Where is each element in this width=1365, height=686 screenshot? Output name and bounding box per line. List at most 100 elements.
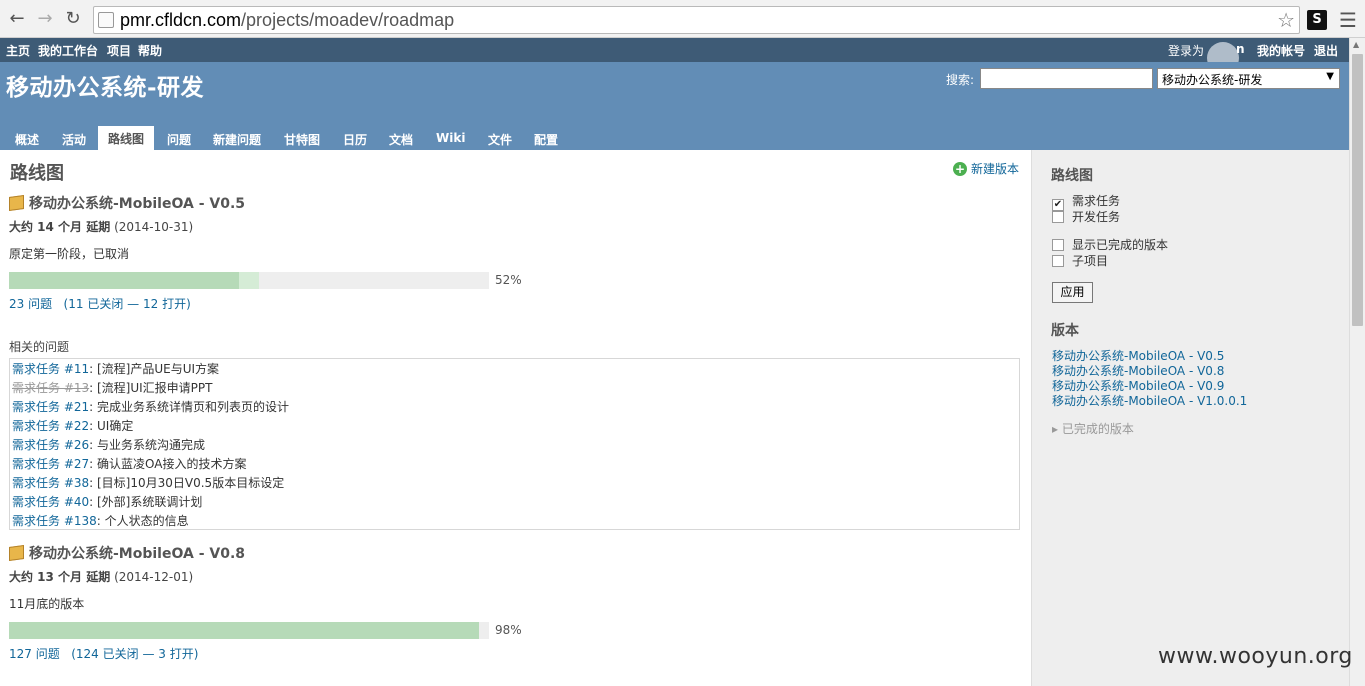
issue-link[interactable]: 需求任务 #40 — [12, 495, 89, 509]
page-scrollbar[interactable]: ▲ — [1349, 38, 1365, 686]
bookmark-star-icon[interactable]: ☆ — [1277, 8, 1295, 32]
issue-subject: : 完成业务系统详情页和列表页的设计 — [89, 400, 289, 414]
version-description: 原定第一阶段，已取消 — [9, 247, 130, 261]
project-jump-select[interactable]: 移动办公系统-研发 ▼ — [1157, 68, 1340, 89]
progress-bar — [9, 272, 489, 289]
sidebar: 路线图 ✔ 需求任务 开发任务 显示已完成的版本 子项目 应用 版本 移动办公系统… — [1031, 150, 1349, 686]
top-menu: 主页 我的工作台 项目 帮助 登录为 n 我的帐号 退出 — [0, 38, 1349, 74]
tracker-checkbox-requirement[interactable]: ✔ 需求任务 — [1052, 193, 1120, 211]
top-menu-help[interactable]: 帮助 — [138, 42, 162, 59]
user-link[interactable]: n — [1236, 42, 1245, 56]
option-subprojects[interactable]: 子项目 — [1052, 253, 1108, 269]
tab-files[interactable]: 文件 — [488, 131, 512, 148]
issue-link[interactable]: 需求任务 #21 — [12, 400, 89, 414]
progress-closed — [9, 272, 240, 289]
completed-versions-toggle[interactable]: ▸ 已完成的版本 — [1052, 420, 1134, 437]
issue-subject: : [流程]产品UE与UI方案 — [89, 362, 220, 376]
browser-toolbar: ← → ↻ pmr.cfldcn.com/projects/moadev/roa… — [0, 0, 1365, 38]
issue-link[interactable]: 需求任务 #27 — [12, 457, 89, 471]
issue-counts: 127 问题 (124 已关闭 — 3 打开) — [9, 647, 199, 661]
issues-link[interactable]: 127 问题 — [9, 647, 60, 661]
version-title[interactable]: 移动办公系统-MobileOA - V0.8 — [9, 544, 1021, 564]
progress-percent: 52% — [495, 273, 522, 287]
add-icon: + — [953, 162, 967, 176]
browser-menu-icon[interactable]: ☰ — [1339, 8, 1357, 32]
version-description: 11月底的版本 — [9, 597, 85, 611]
related-issues-list: 需求任务 #11: [流程]产品UE与UI方案 需求任务 #13: [流程]UI汇… — [9, 358, 1020, 530]
tab-activity[interactable]: 活动 — [62, 131, 86, 148]
dropdown-arrow-icon: ▼ — [1326, 71, 1334, 82]
issue-row: 需求任务 #21: 完成业务系统详情页和列表页的设计 — [12, 398, 289, 417]
scrollbar-thumb[interactable] — [1352, 54, 1363, 326]
progress-closed — [9, 622, 480, 639]
issue-link[interactable]: 需求任务 #11 — [12, 362, 89, 376]
version-title[interactable]: 移动办公系统-MobileOA - V0.5 — [9, 194, 1021, 214]
issue-link[interactable]: 需求任务 #22 — [12, 419, 89, 433]
apply-button[interactable]: 应用 — [1052, 282, 1093, 303]
top-menu-home[interactable]: 主页 — [6, 42, 30, 59]
new-version-link[interactable]: + 新建版本 — [953, 160, 1019, 177]
back-icon[interactable]: ← — [6, 8, 28, 30]
tab-overview[interactable]: 概述 — [15, 131, 39, 148]
issue-link[interactable]: 需求任务 #138 — [12, 514, 97, 528]
closed-issues-link[interactable]: 124 已关闭 — [76, 647, 139, 661]
logout-link[interactable]: 退出 — [1314, 42, 1338, 59]
tab-new-issue[interactable]: 新建问题 — [213, 131, 261, 148]
issue-row: 需求任务 #38: [目标]10月30日V0.5版本目标设定 — [12, 474, 284, 493]
progress-bar — [9, 622, 489, 639]
new-version-label: 新建版本 — [971, 162, 1020, 176]
checkbox[interactable] — [1052, 255, 1064, 267]
issue-counts: 23 问题 (11 已关闭 — 12 打开) — [9, 297, 191, 311]
issue-subject: : [流程]UI汇报申请PPT — [89, 381, 213, 395]
project-header: 移动办公系统-研发 搜索: 移动办公系统-研发 ▼ 概述 活动 路线图 问题 新… — [0, 62, 1349, 151]
page-icon — [98, 12, 114, 28]
tab-settings[interactable]: 配置 — [534, 131, 558, 148]
reload-icon[interactable]: ↻ — [62, 8, 84, 30]
forward-icon[interactable]: → — [34, 8, 56, 30]
sidebar-versions-title: 版本 — [1051, 323, 1079, 339]
closed-issues-link[interactable]: 11 已关闭 — [68, 297, 123, 311]
issue-row: 需求任务 #138: 个人状态的信息 — [12, 512, 189, 531]
logged-as-label: 登录为 — [1168, 44, 1205, 58]
extension-icon[interactable]: S — [1307, 10, 1327, 30]
sidebar-roadmap-title: 路线图 — [1051, 168, 1093, 184]
issues-link[interactable]: 23 问题 — [9, 297, 52, 311]
related-issues-label: 相关的问题 — [9, 340, 70, 354]
expand-arrow-icon: ▸ — [1052, 422, 1059, 436]
project-jump-value: 移动办公系统-研发 — [1162, 73, 1263, 87]
tab-documents[interactable]: 文档 — [389, 131, 413, 148]
issue-subject: : UI确定 — [89, 419, 134, 433]
issue-row: 需求任务 #26: 与业务系统沟通完成 — [12, 436, 205, 455]
tab-roadmap[interactable]: 路线图 — [98, 126, 155, 151]
main-content: 路线图 + 新建版本 移动办公系统-MobileOA - V0.5 大约 14 个… — [0, 150, 1031, 686]
tab-wiki[interactable]: Wiki — [436, 131, 465, 145]
issue-link[interactable]: 需求任务 #26 — [12, 438, 89, 452]
issue-link[interactable]: 需求任务 #13 — [12, 381, 89, 395]
url-text: pmr.cfldcn.com/projects/moadev/roadmap — [120, 10, 455, 30]
checkbox[interactable] — [1052, 211, 1064, 223]
scroll-up-icon[interactable]: ▲ — [1353, 40, 1359, 49]
version-block: 移动办公系统-MobileOA - V0.8 大约 13 个月 延期 (2014… — [9, 544, 1021, 674]
tab-gantt[interactable]: 甘特图 — [284, 131, 320, 148]
version-block: 移动办公系统-MobileOA - V0.5 大约 14 个月 延期 (2014… — [9, 194, 1021, 324]
package-icon — [9, 194, 24, 212]
tab-calendar[interactable]: 日历 — [343, 131, 367, 148]
address-bar[interactable]: pmr.cfldcn.com/projects/moadev/roadmap ☆ — [93, 6, 1300, 34]
open-issues-link[interactable]: 3 打开 — [158, 647, 193, 661]
top-menu-my-page[interactable]: 我的工作台 — [38, 42, 98, 59]
issue-row: 需求任务 #27: 确认蓝凌OA接入的技术方案 — [12, 455, 246, 474]
checkbox[interactable] — [1052, 239, 1064, 251]
issue-row: 需求任务 #40: [外部]系统联调计划 — [12, 493, 202, 512]
package-icon — [9, 544, 24, 562]
page-title: 路线图 — [10, 163, 64, 184]
sidebar-version-link[interactable]: 移动办公系统-MobileOA - V1.0.0.1 — [1052, 392, 1247, 409]
open-issues-link[interactable]: 12 打开 — [143, 297, 186, 311]
option-show-completed[interactable]: 显示已完成的版本 — [1052, 237, 1168, 253]
top-menu-projects[interactable]: 项目 — [107, 42, 131, 59]
issue-link[interactable]: 需求任务 #38 — [12, 476, 89, 490]
tab-issues[interactable]: 问题 — [167, 131, 191, 148]
search-input[interactable] — [980, 68, 1153, 89]
issue-subject: : 确认蓝凌OA接入的技术方案 — [89, 457, 247, 471]
tracker-checkbox-development[interactable]: 开发任务 — [1052, 209, 1120, 225]
my-account-link[interactable]: 我的帐号 — [1257, 42, 1305, 59]
